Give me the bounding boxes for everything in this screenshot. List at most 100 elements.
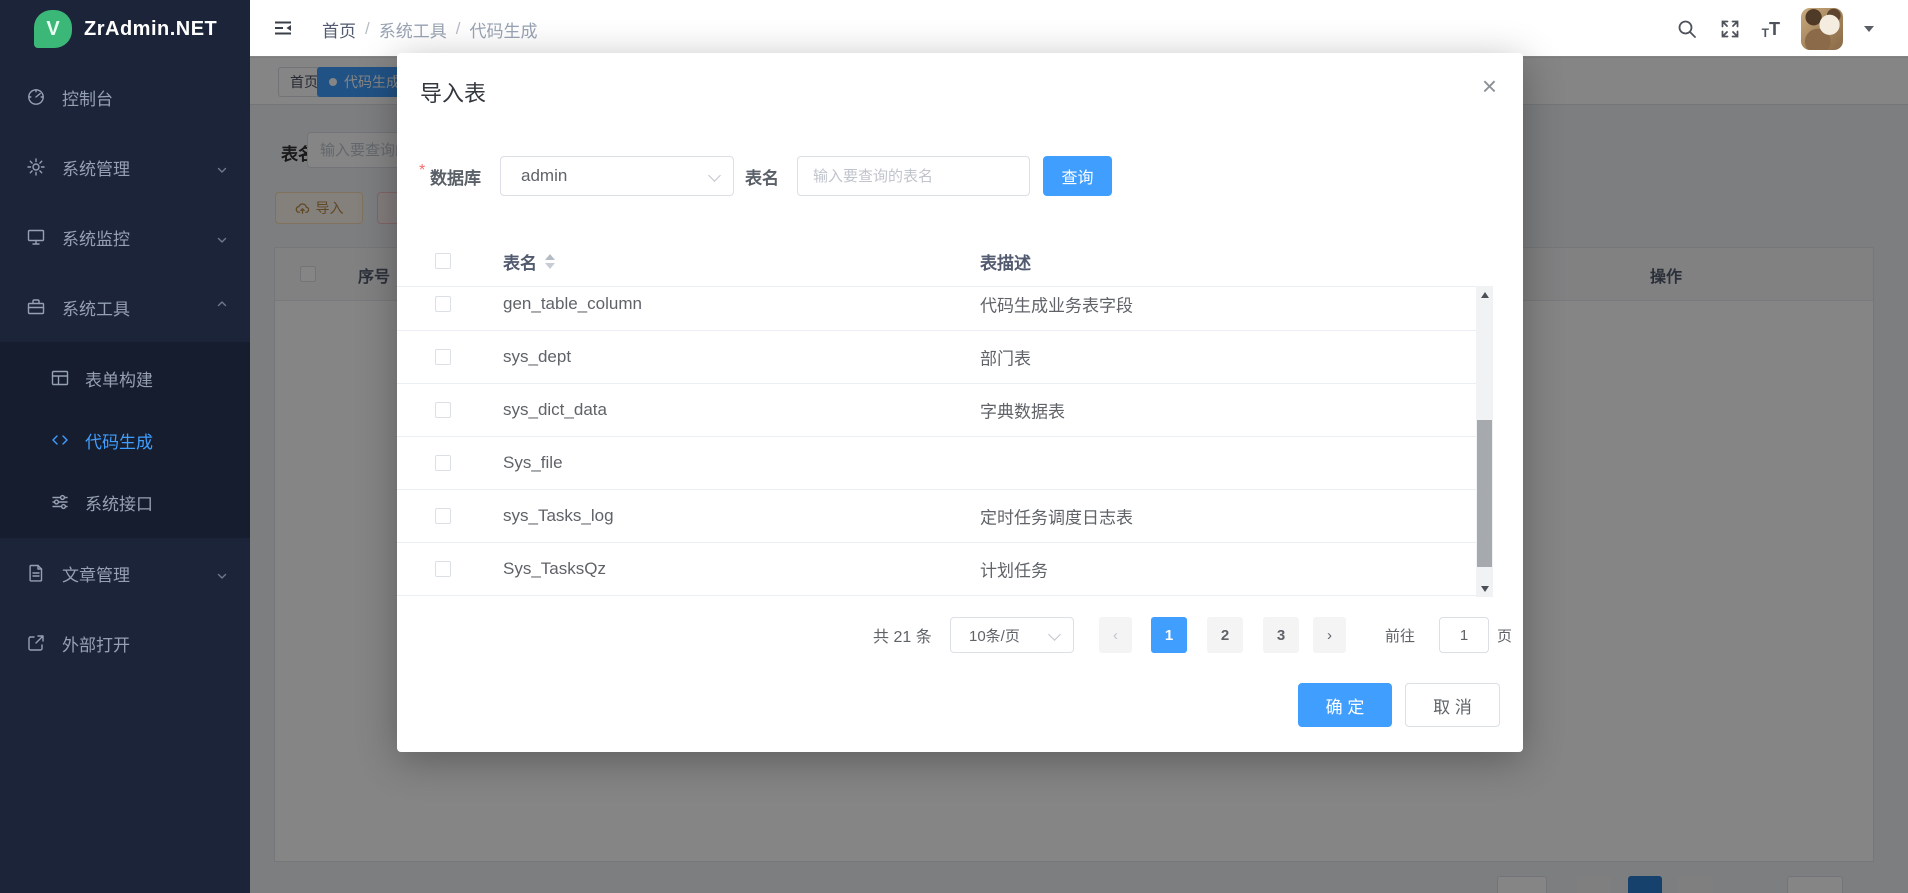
chevron-down-icon xyxy=(216,161,228,173)
table-desc-cell: 代码生成业务表字段 xyxy=(980,292,1133,317)
sidebar-item-控制台[interactable]: 控制台 xyxy=(0,62,250,132)
breadcrumb-separator: / xyxy=(365,19,370,39)
table-desc-cell: 计划任务 xyxy=(980,557,1048,582)
top-header: 首页 / 系统工具 / 代码生成 TT xyxy=(250,0,1908,58)
chevron-down-icon xyxy=(216,231,228,243)
table-name-cell: sys_Tasks_log xyxy=(503,506,614,526)
breadcrumb-item[interactable]: 代码生成 xyxy=(469,17,537,42)
table-row[interactable]: sys_dept 部门表 xyxy=(397,331,1493,384)
query-button[interactable]: 查询 xyxy=(1043,156,1112,196)
breadcrumb-item[interactable]: 系统工具 xyxy=(379,17,447,42)
page-button-1[interactable]: 1 xyxy=(1151,617,1187,653)
dashboard-icon xyxy=(26,87,46,107)
brand-logo-icon: V xyxy=(34,10,72,48)
gear-icon xyxy=(26,157,46,177)
table-name-label: 表名 xyxy=(745,156,779,196)
goto-page-input[interactable] xyxy=(1439,617,1489,653)
sidebar-item-系统接口[interactable]: 系统接口 xyxy=(0,471,250,533)
cancel-button[interactable]: 取 消 xyxy=(1405,683,1500,727)
goto-unit-label: 页 xyxy=(1497,617,1512,653)
close-icon[interactable]: × xyxy=(1482,73,1497,99)
table-desc-cell: 部门表 xyxy=(980,345,1031,370)
sidebar-item-label: 系统工具 xyxy=(62,295,130,320)
table-name-cell: sys_dept xyxy=(503,347,571,367)
sidebar-item-label: 外部打开 xyxy=(62,631,130,656)
table-desc-cell: 定时任务调度日志表 xyxy=(980,504,1133,529)
page-button-3[interactable]: 3 xyxy=(1263,617,1299,653)
row-checkbox[interactable] xyxy=(435,455,451,471)
dialog-table-viewport: gen_table_column代码生成业务表字段sys_dept部门表sys_… xyxy=(397,286,1493,597)
sidebar-collapse-icon[interactable] xyxy=(273,18,293,38)
toolbox-icon xyxy=(26,297,46,317)
sidebar-item-代码生成[interactable]: 代码生成 xyxy=(0,409,250,471)
sidebar-item-外部打开[interactable]: 外部打开 xyxy=(0,608,250,678)
row-checkbox[interactable] xyxy=(435,561,451,577)
table-row[interactable]: Sys_TasksQz计划任务 xyxy=(397,543,1493,596)
row-checkbox[interactable] xyxy=(435,508,451,524)
prev-page-button[interactable]: ‹ xyxy=(1099,617,1132,653)
header-actions: TT xyxy=(1676,0,1874,58)
goto-label: 前往 xyxy=(1385,617,1415,653)
page-size-value: 10条/页 xyxy=(969,618,1020,652)
row-checkbox[interactable] xyxy=(435,296,451,312)
table-desc-cell: 字典数据表 xyxy=(980,398,1065,423)
chevron-down-icon xyxy=(216,567,228,579)
pagination-total: 共 21 条 xyxy=(873,617,932,653)
breadcrumb-separator: / xyxy=(456,19,461,39)
brand[interactable]: V ZrAdmin.NET xyxy=(0,0,250,58)
dialog-pagination: 共 21 条 10条/页 ‹ 123 › 前往 页 xyxy=(397,617,1523,653)
chevron-down-icon xyxy=(1048,628,1061,641)
avatar-caret-icon[interactable] xyxy=(1864,26,1874,32)
table-name-input[interactable] xyxy=(797,156,1030,196)
sidebar-item-label: 控制台 xyxy=(62,85,113,110)
table-row[interactable]: sys_Tasks_log 定时任务调度日志表 xyxy=(397,490,1493,543)
fullscreen-icon[interactable] xyxy=(1719,18,1741,40)
sidebar-item-系统管理[interactable]: 系统管理 xyxy=(0,132,250,202)
sidebar: V ZrAdmin.NET 控制台系统管理系统监控系统工具表单构建代码生成系统接… xyxy=(0,0,250,893)
table-name-cell: sys_dict_data xyxy=(503,400,607,420)
app-root: V ZrAdmin.NET 控制台系统管理系统监控系统工具表单构建代码生成系统接… xyxy=(0,0,1908,893)
search-icon[interactable] xyxy=(1676,18,1698,40)
brand-title: ZrAdmin.NET xyxy=(84,18,217,41)
db-select-value: admin xyxy=(521,157,567,195)
scroll-up-icon[interactable] xyxy=(1476,286,1493,303)
page-size-select[interactable]: 10条/页 xyxy=(950,617,1074,653)
sidebar-item-label: 系统接口 xyxy=(85,490,153,515)
sidebar-item-系统监控[interactable]: 系统监控 xyxy=(0,202,250,272)
column-header-label: 表名 xyxy=(503,249,537,274)
table-row[interactable]: gen_table_column代码生成业务表字段 xyxy=(397,286,1493,331)
breadcrumb-item[interactable]: 首页 xyxy=(322,17,356,42)
sidebar-item-label: 系统监控 xyxy=(62,225,130,250)
code-icon xyxy=(50,430,70,450)
table-name-cell: Sys_file xyxy=(503,453,563,473)
table-grid-icon xyxy=(50,368,70,388)
scrollbar-thumb[interactable] xyxy=(1477,420,1492,567)
sidebar-submenu: 表单构建代码生成系统接口 xyxy=(0,342,250,538)
breadcrumb: 首页 / 系统工具 / 代码生成 xyxy=(322,0,537,58)
font-size-icon[interactable]: TT xyxy=(1762,19,1780,40)
sidebar-item-系统工具[interactable]: 系统工具 xyxy=(0,272,250,342)
sliders-icon xyxy=(50,492,70,512)
row-checkbox[interactable] xyxy=(435,402,451,418)
sidebar-item-label: 表单构建 xyxy=(85,366,153,391)
table-row[interactable]: Sys_file xyxy=(397,437,1493,490)
column-header-desc: 表描述 xyxy=(980,237,1031,286)
next-page-button[interactable]: › xyxy=(1313,617,1346,653)
scroll-down-icon[interactable] xyxy=(1476,580,1493,597)
external-link-icon xyxy=(26,633,46,653)
sidebar-item-表单构建[interactable]: 表单构建 xyxy=(0,347,250,409)
select-all-checkbox[interactable] xyxy=(435,253,451,269)
table-row[interactable]: sys_dict_data 字典数据表 xyxy=(397,384,1493,437)
avatar[interactable] xyxy=(1801,8,1843,50)
page-button-2[interactable]: 2 xyxy=(1207,617,1243,653)
sidebar-item-label: 文章管理 xyxy=(62,561,130,586)
confirm-button[interactable]: 确 定 xyxy=(1298,683,1392,727)
dialog-table-header: 表名 表描述 xyxy=(397,237,1493,286)
row-checkbox[interactable] xyxy=(435,349,451,365)
sidebar-item-文章管理[interactable]: 文章管理 xyxy=(0,538,250,608)
sort-caret-icon[interactable] xyxy=(545,254,555,269)
monitor-icon xyxy=(26,227,46,247)
db-label: 数据库 xyxy=(430,156,481,196)
import-table-dialog: 导入表 × * 数据库 admin 表名 查询 表名 表描述 gen_table… xyxy=(397,53,1523,752)
db-select[interactable]: admin xyxy=(500,156,734,196)
